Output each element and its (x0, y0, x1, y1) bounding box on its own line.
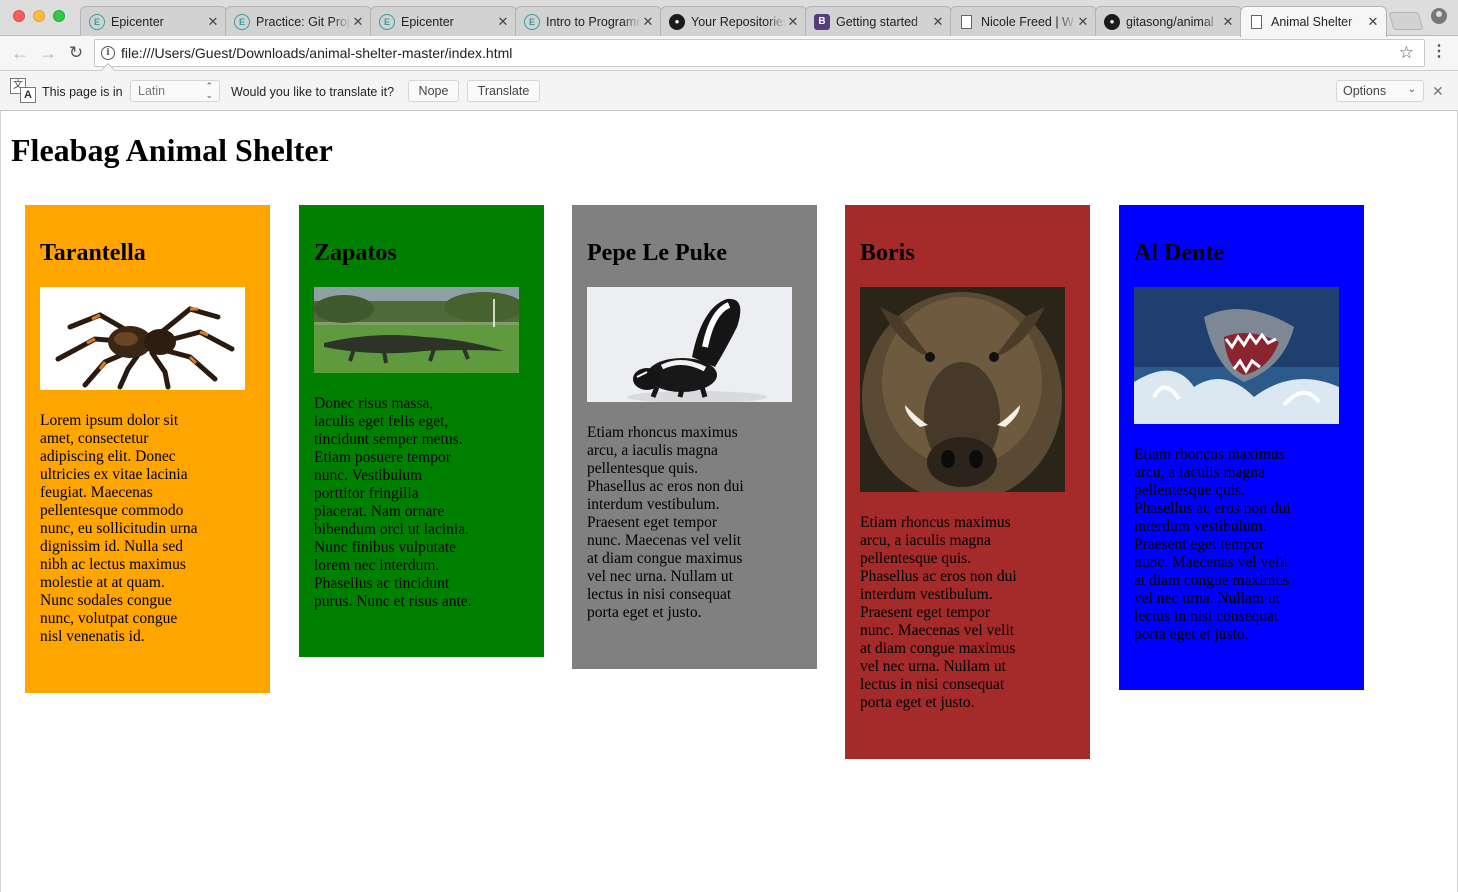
translate-button[interactable]: Translate (467, 80, 540, 102)
animal-name: Al Dente (1134, 240, 1224, 266)
page-icon (1251, 15, 1262, 29)
translate-prefix: This page is in (42, 85, 123, 99)
animal-name: Zapatos (314, 240, 397, 266)
epicenter-icon: E (89, 13, 105, 30)
new-tab-button[interactable] (1388, 12, 1424, 30)
github-icon: ● (669, 13, 685, 30)
language-value: Latin (138, 84, 166, 98)
translate-bar: 文A This page is in Latin ⌃ ⌄ Would you li… (0, 62, 1458, 111)
tab-label: Intro to Programming (546, 14, 641, 29)
animal-card-boris: Boris Etiam rhoncus maximus arcu, a iacu… (845, 205, 1090, 759)
tab-label: Practice: Git Project (256, 14, 351, 29)
animal-name: Boris (860, 240, 915, 266)
github-icon: ● (1104, 13, 1120, 30)
back-arrow-icon[interactable]: ← (8, 41, 32, 65)
tab-intro-programming[interactable]: E Intro to Programming ✕ (515, 6, 662, 36)
tab-gitasong-animal[interactable]: ● gitasong/animal ✕ (1095, 6, 1242, 36)
minimize-window-button[interactable] (33, 10, 45, 22)
browser-toolbar: ← → ↻ i file:///Users/Guest/Downloads/an… (0, 36, 1458, 71)
close-tab-icon[interactable]: ✕ (1076, 14, 1090, 30)
close-tab-icon[interactable]: ✕ (786, 14, 800, 30)
close-tab-icon[interactable]: ✕ (931, 14, 945, 30)
epicenter-icon: E (524, 13, 540, 30)
url-text: file:///Users/Guest/Downloads/animal-she… (121, 45, 513, 61)
close-translate-bar-icon[interactable]: ✕ (1432, 83, 1444, 100)
address-bar[interactable]: i file:///Users/Guest/Downloads/animal-s… (94, 39, 1425, 67)
close-window-button[interactable] (13, 10, 25, 22)
close-tab-icon[interactable]: ✕ (1221, 14, 1235, 30)
tab-git-practice[interactable]: E Practice: Git Project ✕ (225, 6, 372, 36)
tarantula-photo (40, 287, 245, 390)
tab-label: gitasong/animal (1126, 14, 1214, 29)
reload-icon[interactable]: ↻ (64, 41, 88, 65)
tab-nicole-freed[interactable]: Nicole Freed | W ✕ (950, 6, 1097, 36)
epicenter-icon: E (379, 13, 395, 30)
animal-name: Pepe Le Puke (587, 240, 727, 266)
tab-label: Epicenter (401, 14, 454, 29)
info-icon[interactable]: i (101, 46, 115, 60)
close-tab-icon[interactable]: ✕ (641, 14, 655, 30)
tab-strip: E Epicenter ✕ E Practice: Git Project ✕ … (0, 0, 1458, 37)
page-icon (961, 14, 972, 29)
translate-question: Would you like to translate it? (231, 85, 395, 99)
skunk-photo (587, 287, 792, 402)
bookmark-star-icon[interactable]: ☆ (1399, 43, 1414, 63)
animal-description: Donec risus massa, iaculis eget felis eg… (314, 395, 472, 610)
select-arrows-icon: ⌃ ⌄ (205, 81, 213, 100)
animal-card-al-dente: Al Dente Etiam rhoncus maximus arcu, a i… (1119, 205, 1364, 690)
language-select[interactable]: Latin ⌃ ⌄ (130, 80, 220, 102)
options-dropdown[interactable]: Options ⌄ (1336, 80, 1424, 102)
animal-card-tarantella: Tarantella Lorem ipsum dolor sit amet, c… (25, 205, 270, 693)
tab-getting-started[interactable]: B Getting started ✕ (805, 6, 952, 36)
tab-epicenter-2[interactable]: E Epicenter ✕ (370, 6, 517, 36)
boar-photo (860, 287, 1065, 492)
tab-label: Nicole Freed | W (981, 14, 1074, 29)
animal-card-pepe-le-puke: Pepe Le Puke Etiam rhoncus maximus arcu,… (572, 205, 817, 669)
tab-label: Getting started (836, 14, 918, 29)
close-tab-icon[interactable]: ✕ (351, 14, 365, 30)
page-title: Fleabag Animal Shelter (11, 132, 333, 168)
nope-button[interactable]: Nope (408, 80, 459, 102)
close-tab-icon[interactable]: ✕ (496, 14, 510, 30)
tab-your-repositories[interactable]: ● Your Repositories ✕ (660, 6, 807, 36)
bootstrap-icon: B (814, 13, 830, 30)
tab-animal-shelter[interactable]: Animal Shelter ✕ (1240, 6, 1387, 37)
tab-epicenter-1[interactable]: E Epicenter ✕ (80, 6, 227, 36)
animal-description: Lorem ipsum dolor sit amet, consectetur … (40, 412, 198, 645)
profile-icon[interactable] (1431, 8, 1447, 24)
zoom-window-button[interactable] (53, 10, 65, 22)
close-tab-icon[interactable]: ✕ (206, 14, 220, 30)
close-tab-icon[interactable]: ✕ (1366, 14, 1380, 30)
translate-icon: 文A (10, 78, 38, 104)
alligator-photo (314, 287, 519, 373)
epicenter-icon: E (234, 13, 250, 30)
animal-description: Etiam rhoncus maximus arcu, a iaculis ma… (587, 424, 744, 621)
animal-description: Etiam rhoncus maximus arcu, a iaculis ma… (860, 514, 1017, 711)
options-label: Options (1343, 84, 1387, 98)
animal-description: Etiam rhoncus maximus arcu, a iaculis ma… (1134, 446, 1291, 643)
page-content: Fleabag Animal Shelter Tarantella Lorem … (0, 111, 1458, 892)
tab-label: Animal Shelter (1271, 15, 1353, 29)
animal-name: Tarantella (40, 240, 146, 266)
tab-label: Your Repositories (691, 14, 786, 29)
forward-arrow-icon[interactable]: → (36, 41, 60, 65)
kebab-menu-icon[interactable]: ⋮ (1431, 44, 1447, 62)
tab-label: Epicenter (111, 14, 164, 29)
chevron-down-icon: ⌄ (1407, 84, 1416, 95)
shark-photo (1134, 287, 1339, 424)
animal-card-zapatos: Zapatos Donec risus massa, iaculis eget … (299, 205, 544, 657)
